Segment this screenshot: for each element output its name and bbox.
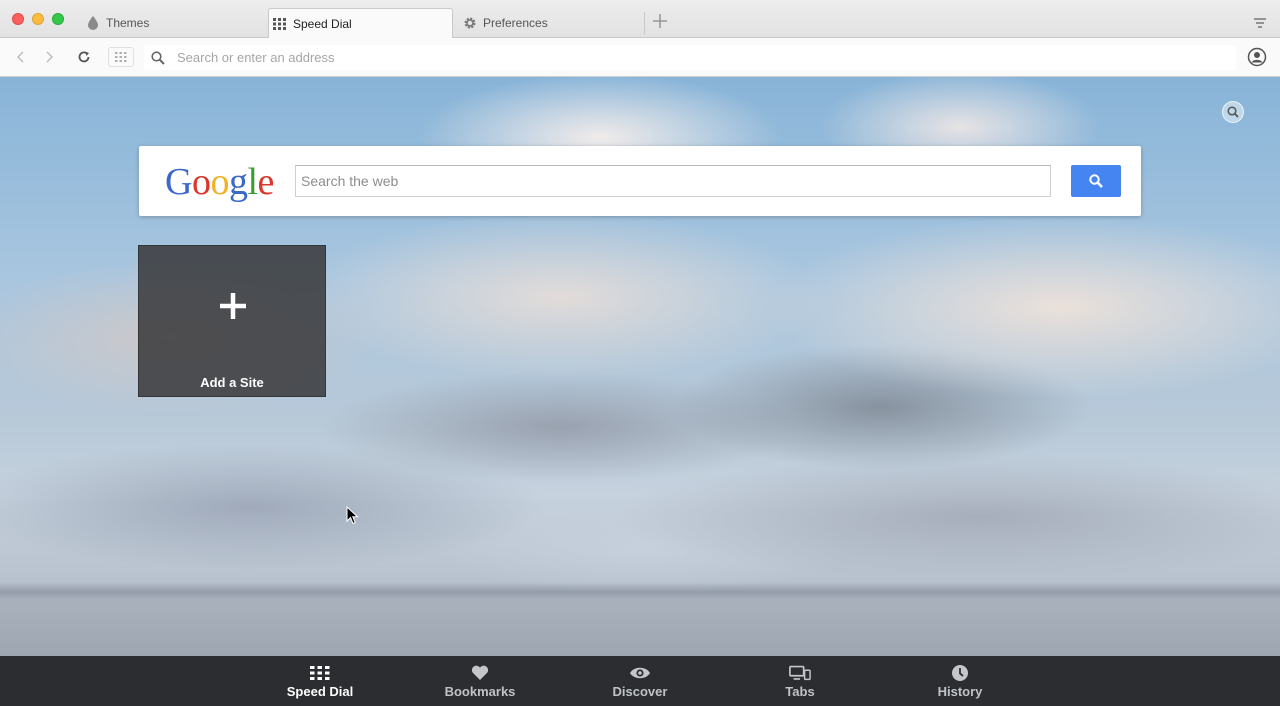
background-sea <box>0 600 1280 656</box>
web-search-input[interactable] <box>295 165 1051 197</box>
grid-icon <box>115 52 127 62</box>
heart-icon <box>469 664 491 682</box>
google-search-panel: Google <box>139 146 1141 216</box>
bottom-bookmarks-button[interactable]: Bookmarks <box>420 656 540 706</box>
bottom-history-button[interactable]: History <box>900 656 1020 706</box>
bottom-discover-button[interactable]: Discover <box>580 656 700 706</box>
gear-icon <box>463 16 477 30</box>
add-site-tile[interactable]: Add a Site <box>138 245 326 397</box>
add-site-label: Add a Site <box>200 375 264 390</box>
search-icon <box>1227 106 1239 118</box>
bottom-item-label: Bookmarks <box>444 684 516 699</box>
speed-dial-shortcut-button[interactable] <box>108 47 134 67</box>
tab-preferences[interactable]: Preferences <box>453 8 645 38</box>
tab-themes[interactable]: Themes <box>72 8 268 38</box>
plus-icon <box>220 293 246 319</box>
search-icon <box>1089 174 1103 188</box>
logo-letter: o <box>191 161 211 203</box>
search-icon <box>150 50 166 66</box>
reload-button[interactable] <box>73 47 95 67</box>
logo-letter: e <box>257 161 275 203</box>
back-button[interactable] <box>10 47 32 67</box>
tab-strip: Themes Speed Dial Preferences <box>0 0 1280 39</box>
devices-icon <box>789 664 811 682</box>
grid-icon <box>273 17 287 31</box>
droplet-icon <box>86 16 100 30</box>
background-horizon <box>0 582 1280 602</box>
speed-dial-page: Google Add a Site <box>0 77 1280 656</box>
google-logo: Google <box>165 160 274 204</box>
new-tab-button[interactable] <box>651 12 669 30</box>
window-close-button[interactable] <box>12 13 24 25</box>
window-minimize-button[interactable] <box>32 13 44 25</box>
page-search-button[interactable] <box>1222 101 1244 123</box>
address-field[interactable] <box>144 45 1236 70</box>
tab-divider <box>644 12 645 34</box>
address-input[interactable] <box>177 50 1177 65</box>
window-maximize-button[interactable] <box>52 13 64 25</box>
menu-icon <box>1254 18 1266 28</box>
bottom-tabs-button[interactable]: Tabs <box>740 656 860 706</box>
reload-icon <box>78 51 90 63</box>
tab-label: Themes <box>106 16 150 30</box>
clock-icon <box>949 664 971 682</box>
bottom-bar: Speed Dial Bookmarks Discover Tabs Histo… <box>0 656 1280 706</box>
menu-button[interactable] <box>1253 16 1267 28</box>
bottom-item-label: Tabs <box>785 684 815 699</box>
tab-speed-dial[interactable]: Speed Dial <box>268 8 453 39</box>
chevron-right-icon <box>46 51 53 63</box>
user-icon <box>1247 47 1267 67</box>
forward-button[interactable] <box>38 47 60 67</box>
bottom-item-label: Speed Dial <box>286 684 354 699</box>
chevron-left-icon <box>17 51 24 63</box>
eye-icon <box>629 664 651 682</box>
logo-letter: o <box>210 161 229 203</box>
bottom-speed-dial-button[interactable]: Speed Dial <box>260 656 380 706</box>
bottom-item-label: Discover <box>612 684 668 699</box>
logo-letter: l <box>247 161 258 203</box>
web-search-button[interactable] <box>1071 165 1121 197</box>
tab-label: Speed Dial <box>293 17 352 31</box>
plus-icon <box>653 14 667 28</box>
logo-letter: G <box>165 161 192 203</box>
mouse-cursor-icon <box>346 506 359 525</box>
profile-button[interactable] <box>1247 47 1267 67</box>
logo-letter: g <box>228 161 248 203</box>
grid-icon <box>309 664 331 682</box>
address-bar <box>0 38 1280 77</box>
tab-label: Preferences <box>483 16 548 30</box>
bottom-item-label: History <box>937 684 983 699</box>
